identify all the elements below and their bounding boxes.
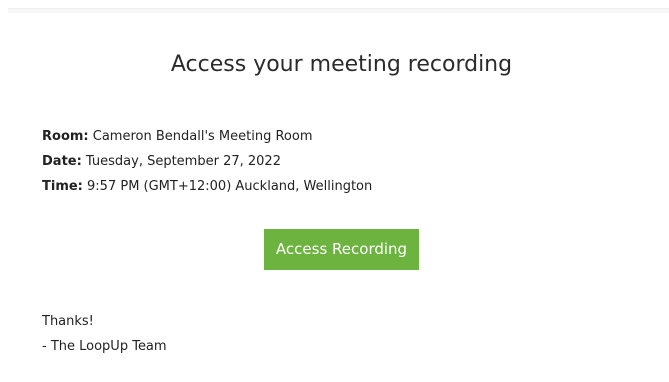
time-label: Time:: [42, 179, 83, 194]
signature-text: - The LoopUp Team: [42, 339, 167, 354]
time-value: 9:57 PM (GMT+12:00) Auckland, Wellington: [82, 179, 373, 194]
room-value: Cameron Bendall's Meeting Room: [88, 129, 313, 144]
page-title: Access your meeting recording: [170, 52, 513, 77]
room-row: Room: Cameron Bendall's Meeting Room: [42, 124, 372, 149]
header-divider: [8, 8, 669, 13]
date-label: Date:: [42, 154, 82, 169]
date-row: Date: Tuesday, September 27, 2022: [42, 149, 372, 174]
signoff: Thanks! - The LoopUp Team: [42, 309, 167, 359]
access-recording-button[interactable]: Access Recording: [264, 229, 419, 270]
date-value: Tuesday, September 27, 2022: [81, 154, 281, 169]
time-row: Time: 9:57 PM (GMT+12:00) Auckland, Well…: [42, 174, 372, 199]
meeting-details: Room: Cameron Bendall's Meeting Room Dat…: [42, 124, 372, 199]
room-label: Room:: [42, 129, 89, 144]
thanks-text: Thanks!: [42, 314, 94, 329]
